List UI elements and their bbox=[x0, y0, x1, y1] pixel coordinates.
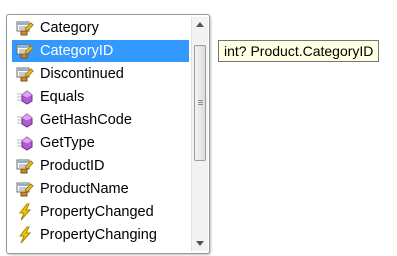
completion-list: Category CategoryID Discontinued Equals … bbox=[7, 15, 191, 253]
list-item-label: Discontinued bbox=[40, 66, 124, 82]
property-icon bbox=[16, 42, 34, 60]
event-icon bbox=[16, 203, 34, 221]
scrollbar-thumb[interactable] bbox=[194, 45, 206, 161]
list-item-propertychanged[interactable]: PropertyChanged bbox=[12, 201, 189, 223]
completion-list-popup: Category CategoryID Discontinued Equals … bbox=[6, 14, 210, 254]
grip-line bbox=[198, 104, 203, 105]
list-item-productid[interactable]: ProductID bbox=[12, 155, 189, 177]
scroll-up-arrow-icon[interactable] bbox=[192, 17, 208, 33]
grip-line bbox=[198, 100, 203, 101]
vertical-scrollbar[interactable] bbox=[191, 17, 208, 251]
list-item-label: GetHashCode bbox=[40, 112, 132, 128]
method-icon bbox=[16, 111, 34, 129]
method-icon bbox=[16, 88, 34, 106]
list-item-productname[interactable]: ProductName bbox=[12, 178, 189, 200]
property-icon bbox=[16, 157, 34, 175]
list-item-label: PropertyChanged bbox=[40, 204, 154, 220]
list-item-label: Equals bbox=[40, 89, 85, 105]
list-item-label: CategoryID bbox=[40, 43, 114, 59]
property-icon bbox=[16, 180, 34, 198]
list-item-categoryid[interactable]: CategoryID bbox=[12, 40, 189, 62]
list-item-label: ProductName bbox=[40, 181, 129, 197]
scroll-down-arrow-icon[interactable] bbox=[192, 235, 208, 251]
list-item-propertychanging[interactable]: PropertyChanging bbox=[12, 224, 189, 246]
property-icon bbox=[16, 65, 34, 83]
event-icon bbox=[16, 226, 34, 244]
list-item-label: GetType bbox=[40, 135, 95, 151]
list-item-label: Category bbox=[40, 20, 99, 36]
list-item-equals[interactable]: Equals bbox=[12, 86, 189, 108]
list-item-label: PropertyChanging bbox=[40, 227, 157, 243]
list-item-label: ProductID bbox=[40, 158, 105, 174]
property-icon bbox=[16, 19, 34, 37]
grip-line bbox=[198, 102, 203, 103]
list-item-category[interactable]: Category bbox=[12, 17, 189, 39]
list-item-discontinued[interactable]: Discontinued bbox=[12, 63, 189, 85]
list-item-gettype[interactable]: GetType bbox=[12, 132, 189, 154]
quickinfo-tooltip: int? Product.CategoryID bbox=[218, 40, 380, 62]
list-item-gethashcode[interactable]: GetHashCode bbox=[12, 109, 189, 131]
method-icon bbox=[16, 134, 34, 152]
